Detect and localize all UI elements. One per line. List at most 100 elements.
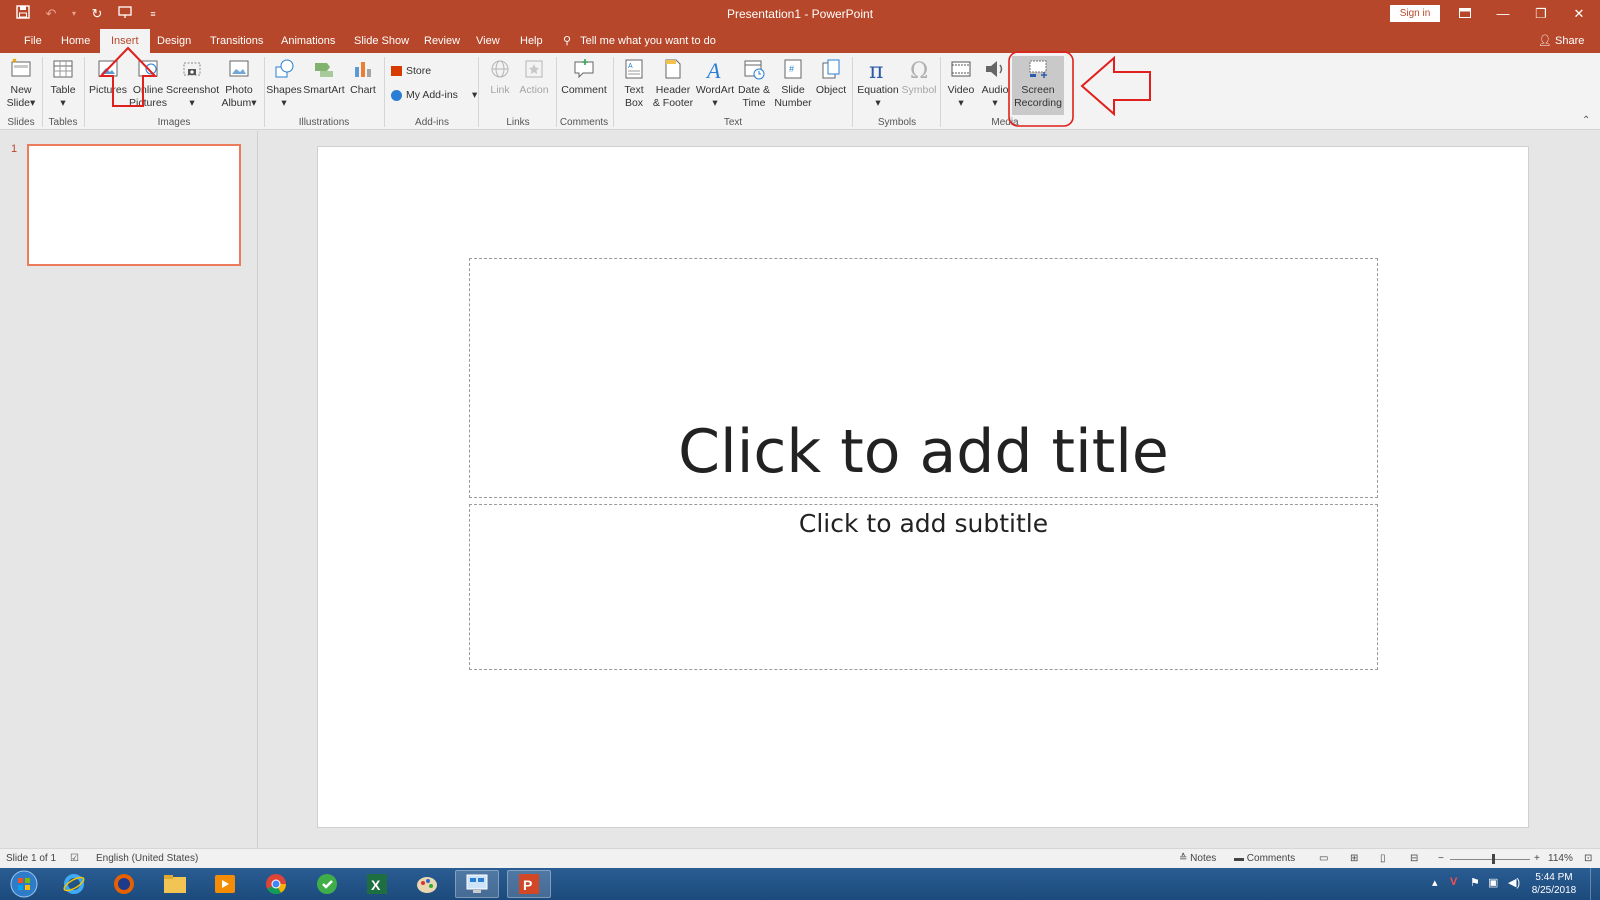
spell-check-icon[interactable]: ☑ xyxy=(70,853,79,864)
antivirus-tray-icon[interactable]: V xyxy=(1450,876,1457,888)
zoom-in-icon[interactable]: + xyxy=(1534,853,1540,864)
tab-slide-show[interactable]: Slide Show xyxy=(343,29,420,53)
video-button[interactable]: Video ▾ xyxy=(944,57,978,110)
smartart-icon xyxy=(315,63,333,77)
dropdown-icon: ▾ xyxy=(875,97,881,109)
audio-button[interactable]: Audio ▾ xyxy=(978,57,1012,110)
shapes-button[interactable]: Shapes ▾ xyxy=(266,57,302,110)
file-explorer-icon[interactable] xyxy=(153,870,197,898)
normal-view-icon[interactable]: ▭ xyxy=(1319,853,1328,864)
pictures-button[interactable]: Pictures xyxy=(88,57,128,97)
smartart-label: SmartArt xyxy=(303,84,345,96)
dropdown-icon: ▾ xyxy=(189,97,195,109)
media-player-icon[interactable] xyxy=(203,870,247,898)
my-addins-button[interactable]: My Add-ins ▾ xyxy=(391,89,477,101)
excel-icon[interactable]: X xyxy=(355,870,399,898)
show-hidden-icons-icon[interactable]: ▴ xyxy=(1432,876,1438,889)
screenshot-icon xyxy=(183,62,201,76)
tab-view[interactable]: View xyxy=(465,29,511,53)
chrome-icon[interactable] xyxy=(254,870,298,898)
dropdown-icon: ▾ xyxy=(958,97,964,109)
screenshot-button[interactable]: Screenshot ▾ xyxy=(166,57,219,110)
tab-help[interactable]: Help xyxy=(509,29,554,53)
slide-number-icon: # xyxy=(784,59,802,79)
object-button[interactable]: Object xyxy=(813,57,849,97)
close-icon[interactable]: ✕ xyxy=(1562,3,1596,25)
screen-recording-button[interactable]: Screen Recording xyxy=(1012,57,1064,110)
tab-animations[interactable]: Animations xyxy=(270,29,346,53)
subtitle-placeholder[interactable]: Click to add subtitle xyxy=(469,504,1378,670)
powerpoint-icon[interactable]: P xyxy=(507,870,551,898)
comment-button[interactable]: Comment xyxy=(560,57,608,97)
windows-logo-icon xyxy=(10,870,38,898)
paint-icon[interactable] xyxy=(405,870,449,898)
link-button[interactable]: Link xyxy=(484,57,516,97)
table-button[interactable]: Table ▾ xyxy=(46,57,80,110)
comments-button[interactable]: ▬ Comments xyxy=(1234,853,1295,864)
zoom-level[interactable]: 114% xyxy=(1548,853,1573,864)
language[interactable]: English (United States) xyxy=(96,853,198,864)
network-icon[interactable]: ▣ xyxy=(1488,876,1498,889)
dropdown-icon: ▾ xyxy=(251,97,257,109)
new-slide-button[interactable]: New Slide▾ xyxy=(4,57,38,110)
tell-me-search[interactable]: ⚲ Tell me what you want to do xyxy=(563,29,716,53)
dropdown-icon: ▾ xyxy=(281,97,287,109)
slide-canvas[interactable]: Click to add title Click to add subtitle xyxy=(317,146,1529,828)
show-desktop-button[interactable] xyxy=(1590,868,1600,900)
volume-icon[interactable]: ◀︎) xyxy=(1508,876,1520,889)
fit-slide-icon[interactable]: ⊡ xyxy=(1584,853,1592,864)
wordart-button[interactable]: A WordArt ▾ xyxy=(695,57,735,110)
slide-number-button[interactable]: # Slide Number xyxy=(773,57,813,110)
share-button[interactable]: 👤︎ Share xyxy=(1538,29,1584,53)
clock-time: 5:44 PM xyxy=(1535,872,1573,883)
collapse-ribbon-icon[interactable]: ⌃ xyxy=(1582,115,1590,126)
restore-icon[interactable]: ❐ xyxy=(1524,3,1558,25)
title-placeholder-text: Click to add title xyxy=(678,417,1169,487)
date-time-button[interactable]: Date & Time xyxy=(735,57,773,110)
action-center-flag-icon[interactable]: ⚑ xyxy=(1470,876,1480,889)
sign-in-button[interactable]: Sign in xyxy=(1390,5,1440,22)
tab-review[interactable]: Review xyxy=(413,29,471,53)
smartart-button[interactable]: SmartArt xyxy=(302,57,346,97)
chart-button[interactable]: Chart xyxy=(346,57,380,97)
zoom-slider-thumb[interactable] xyxy=(1492,854,1495,864)
reading-view-icon[interactable]: ▯ xyxy=(1380,853,1386,864)
svg-text:A: A xyxy=(705,58,721,81)
tab-file[interactable]: File xyxy=(13,29,53,53)
group-divider xyxy=(556,57,557,127)
equation-button[interactable]: π Equation ▾ xyxy=(856,57,900,110)
start-button[interactable] xyxy=(2,870,46,898)
action-button[interactable]: Action xyxy=(516,57,552,97)
control-panel-icon[interactable] xyxy=(455,870,499,898)
group-comments: Comments xyxy=(559,117,609,128)
minimize-icon[interactable]: — xyxy=(1486,3,1520,25)
speaker-icon xyxy=(986,61,1003,77)
omega-icon: Ω xyxy=(910,59,928,81)
tab-transitions[interactable]: Transitions xyxy=(199,29,274,53)
header-footer-button[interactable]: Header & Footer xyxy=(651,57,695,110)
slide-show-icon[interactable]: ⊟ xyxy=(1410,853,1418,864)
screen-recording-icon xyxy=(1029,60,1047,78)
notes-button[interactable]: ≙ Notes xyxy=(1179,853,1216,864)
store-button[interactable]: Store xyxy=(391,65,431,77)
my-addins-label: My Add-ins xyxy=(406,89,458,101)
ribbon-display-options-icon[interactable] xyxy=(1448,3,1482,25)
symbol-button[interactable]: Ω Symbol xyxy=(900,57,938,97)
system-clock[interactable]: 5:44 PM 8/25/2018 xyxy=(1524,871,1584,897)
zoom-slider[interactable] xyxy=(1450,854,1530,864)
slide-thumbnail[interactable] xyxy=(27,144,241,266)
wordart-label: WordArt xyxy=(695,84,735,96)
firefox-icon[interactable] xyxy=(102,870,146,898)
tab-insert[interactable]: Insert xyxy=(100,29,150,53)
text-box-button[interactable]: A Text Box xyxy=(617,57,651,110)
equation-icon: π xyxy=(869,59,883,81)
camtasia-icon[interactable] xyxy=(305,870,349,898)
online-pictures-button[interactable]: Online Pictures xyxy=(128,57,168,110)
zoom-out-icon[interactable]: − xyxy=(1438,853,1444,864)
title-placeholder[interactable]: Click to add title xyxy=(469,258,1378,498)
photo-album-button[interactable]: Photo Album▾ xyxy=(220,57,258,110)
internet-explorer-icon[interactable] xyxy=(52,870,96,898)
slide-sorter-icon[interactable]: ⊞ xyxy=(1350,853,1358,864)
tab-design[interactable]: Design xyxy=(146,29,202,53)
tab-home[interactable]: Home xyxy=(50,29,101,53)
